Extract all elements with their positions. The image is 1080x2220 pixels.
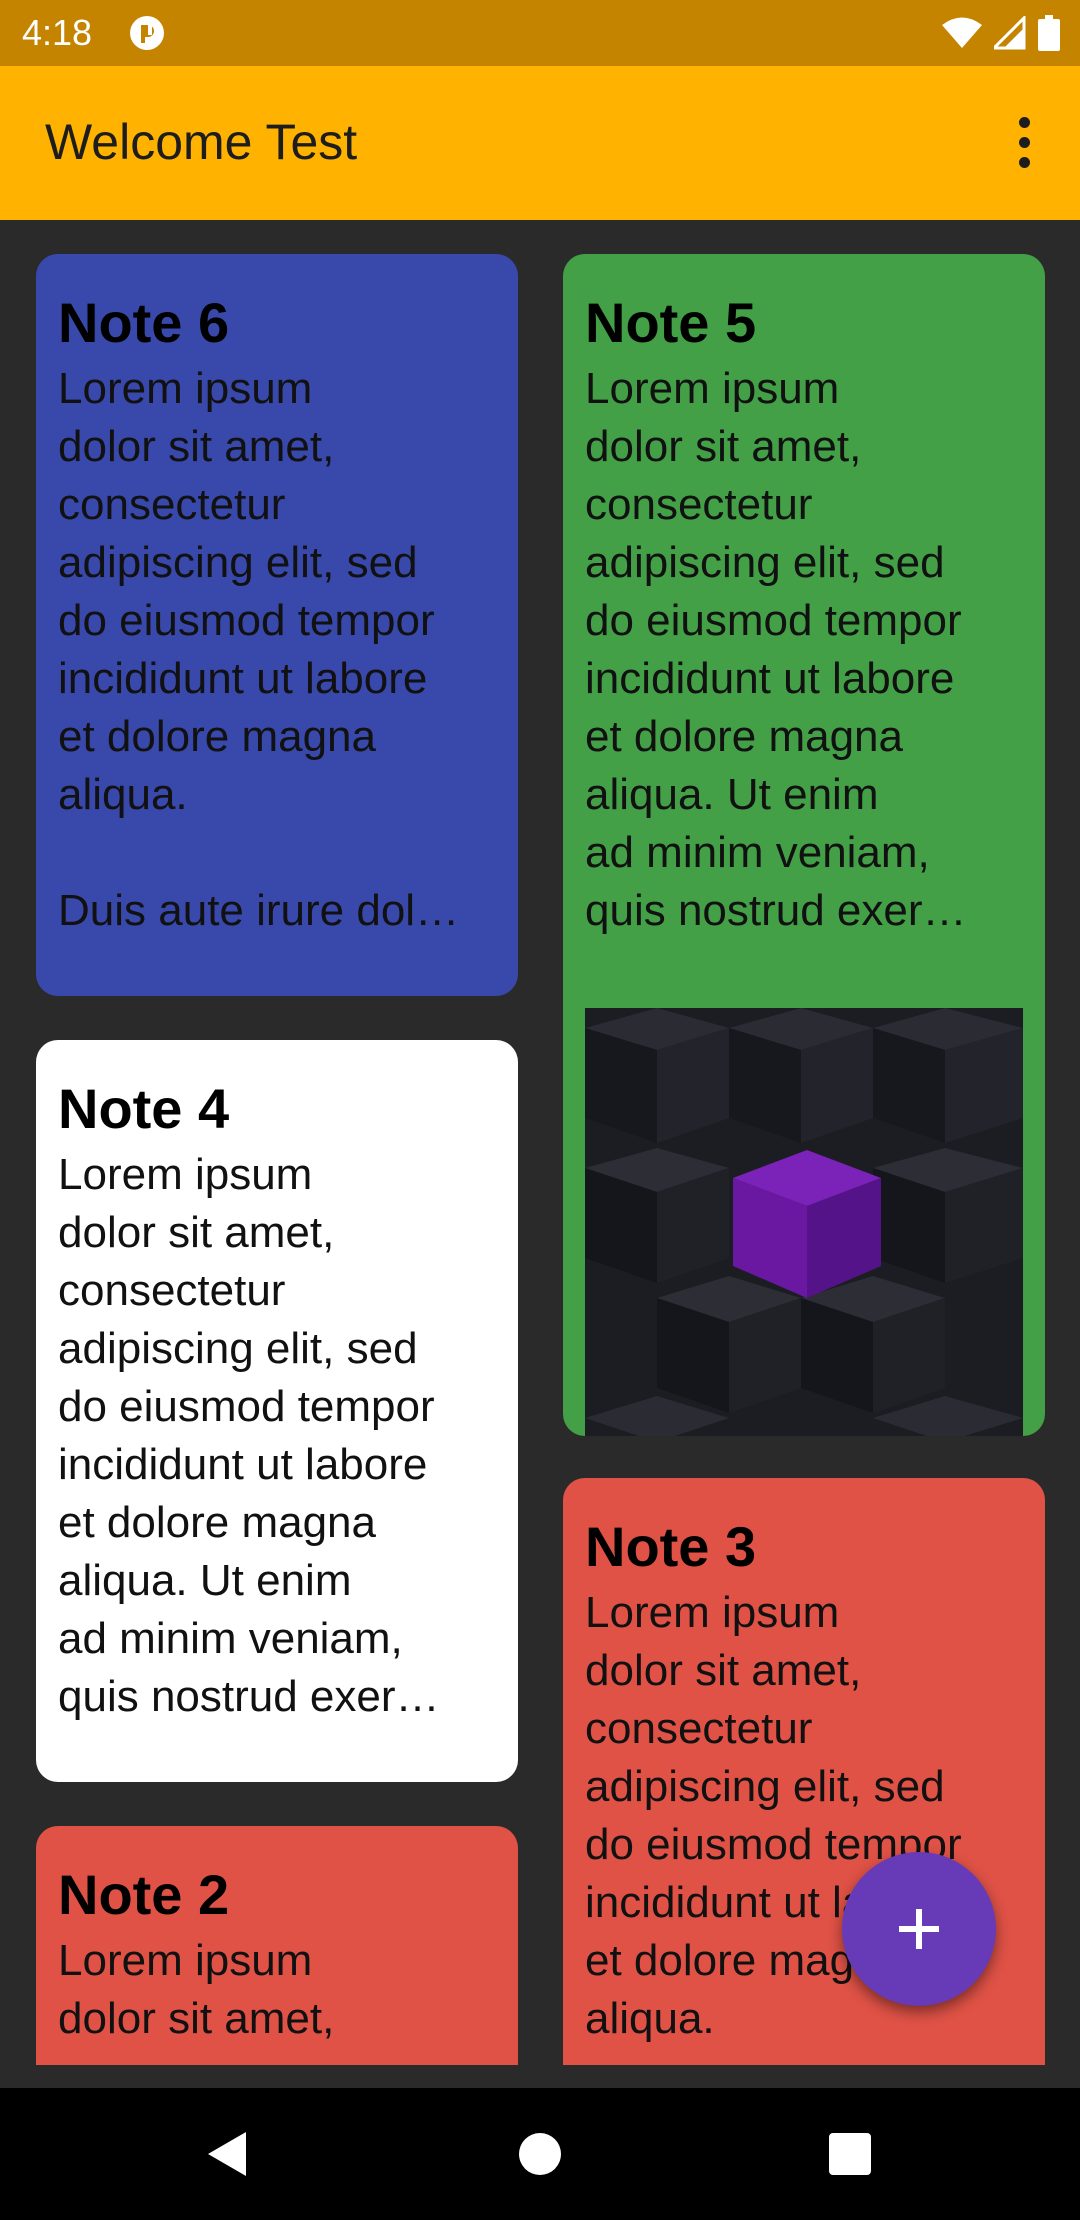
add-note-button[interactable] [842, 1852, 996, 2006]
add-icon [899, 1909, 939, 1949]
note-card-4[interactable]: Note 4 Lorem ipsum dolor sit amet, conse… [36, 1040, 518, 1782]
app-notification-icon [130, 16, 164, 50]
note-image [585, 1008, 1023, 1436]
home-icon[interactable] [510, 2124, 570, 2184]
wifi-icon [942, 17, 982, 48]
recents-icon[interactable] [820, 2124, 880, 2184]
note-title: Note 6 [58, 291, 230, 354]
note-body: Lorem ipsum dolor sit amet, [58, 1936, 335, 2043]
battery-icon [1038, 15, 1060, 51]
note-card-2[interactable]: Note 2 Lorem ipsum dolor sit amet, [36, 1826, 518, 2065]
note-title: Note 2 [58, 1863, 230, 1926]
system-icons [942, 14, 1060, 52]
status-bar: 4:18 [0, 0, 1080, 66]
more-vert-icon[interactable] [996, 106, 1052, 178]
note-title: Note 3 [585, 1515, 757, 1578]
note-body: Lorem ipsum dolor sit amet, consectetur … [58, 364, 460, 935]
menu-dot [1018, 156, 1030, 168]
status-time: 4:18 [22, 12, 93, 53]
app-title: Welcome Test [45, 114, 358, 170]
note-title: Note 5 [585, 291, 757, 354]
menu-dot [1018, 116, 1030, 128]
note-body: Lorem ipsum dolor sit amet, consectetur … [58, 1150, 440, 1721]
navigation-bar [0, 2088, 1080, 2220]
note-body: Lorem ipsum dolor sit amet, consectetur … [585, 364, 967, 935]
note-card-5[interactable]: Note 5 Lorem ipsum dolor sit amet, conse… [563, 254, 1045, 1436]
back-icon[interactable] [200, 2124, 260, 2184]
note-card-6[interactable]: Note 6 Lorem ipsum dolor sit amet, conse… [36, 254, 518, 996]
note-title: Note 4 [58, 1077, 230, 1140]
cell-signal-icon [994, 16, 1026, 50]
app-bar: Welcome Test [0, 66, 1080, 220]
notes-grid[interactable]: Note 6 Lorem ipsum dolor sit amet, conse… [0, 220, 1080, 2065]
menu-dot [1018, 136, 1030, 148]
